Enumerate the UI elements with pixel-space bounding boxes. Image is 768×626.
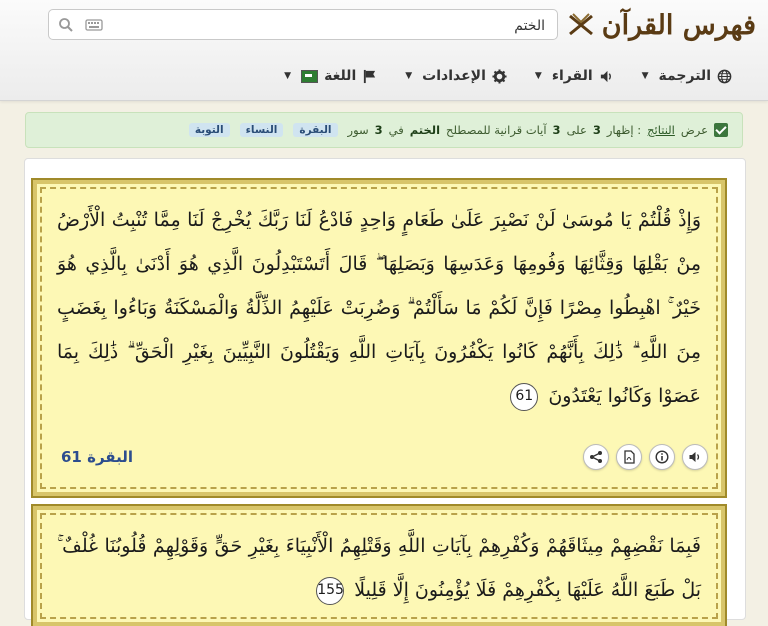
check-icon[interactable] — [714, 123, 728, 137]
sura-badge[interactable]: النساء — [239, 123, 284, 137]
pdf-button[interactable] — [616, 444, 642, 470]
nav-readers[interactable]: القراء ▼ — [535, 68, 614, 84]
info-button[interactable] — [649, 444, 675, 470]
nav-settings-label: الإعدادات — [422, 68, 486, 84]
logo-icon — [568, 13, 593, 36]
brand[interactable]: فهرس القرآن — [568, 6, 756, 44]
search-input[interactable] — [123, 10, 547, 41]
results-shown: 3 — [592, 123, 601, 137]
nav-readers-label: القراء — [551, 68, 593, 84]
chevron-down-icon: ▼ — [284, 71, 292, 81]
chevron-down-icon: ▼ — [641, 71, 649, 81]
results-prefix: عرض — [680, 123, 708, 137]
keyboard-icon[interactable] — [85, 18, 103, 32]
results-text: آيات قرانية للمصطلح — [446, 123, 547, 137]
nav-settings[interactable]: الإعدادات ▼ — [405, 68, 507, 84]
flag-icon — [364, 69, 376, 83]
verse-card: فَبِمَا نَقْضِهِمْ مِيثَاقَهُمْ وَكُفْرِ… — [31, 504, 727, 626]
info-icon — [655, 450, 669, 464]
audio-icon — [689, 452, 700, 462]
share-icon — [590, 451, 602, 463]
nav-language[interactable]: اللغة ▼ — [284, 68, 377, 84]
sura-badge[interactable]: البقرة — [293, 123, 338, 137]
nav-language-label: اللغة — [324, 68, 357, 84]
nav-translation-label: الترجمة — [658, 68, 711, 84]
verse-text: وَإِذْ قُلْتُمْ يَا مُوسَىٰ لَنْ نَصْبِر… — [57, 198, 701, 418]
results-suras-count: 3 — [374, 123, 383, 137]
main-nav: الترجمة ▼ القراء ▼ الإعدادات ▼ اللغة ▼ — [284, 66, 732, 86]
results-term: الختم — [409, 123, 441, 137]
globe-icon — [717, 69, 732, 83]
results-text: سور — [347, 123, 369, 137]
speaker-icon — [600, 70, 611, 82]
ayah-number: 155 — [316, 577, 345, 605]
results-text: : إظهار — [606, 123, 642, 137]
brand-title: فهرس القرآن — [601, 9, 756, 41]
nav-translation[interactable]: الترجمة ▼ — [642, 68, 732, 84]
header: فهرس القرآن الترجمة ▼ — [0, 0, 768, 101]
pdf-icon — [624, 450, 635, 464]
verse-body: فَبِمَا نَقْضِهِمْ مِيثَاقَهُمْ وَكُفْرِ… — [57, 535, 701, 601]
verse-card: وَإِذْ قُلْتُمْ يَا مُوسَىٰ لَنْ نَصْبِر… — [31, 178, 727, 498]
sura-badge[interactable]: التوبة — [188, 123, 230, 137]
verse-body: وَإِذْ قُلْتُمْ يَا مُوسَىٰ لَنْ نَصْبِر… — [57, 209, 701, 407]
results-text: في — [388, 123, 404, 137]
results-total: 3 — [552, 123, 561, 137]
verse-actions — [583, 444, 708, 470]
chevron-down-icon: ▼ — [405, 71, 413, 81]
language-flag-icon — [301, 69, 319, 83]
share-button[interactable] — [583, 444, 609, 470]
search-box — [48, 9, 558, 41]
gear-icon — [492, 68, 507, 84]
results-summary: عرض النتائج : إظهار 3 على 3 آيات قرانية … — [25, 112, 743, 148]
verse-text: فَبِمَا نَقْضِهِمْ مِيثَاقَهُمْ وَكُفْرِ… — [57, 524, 701, 612]
chevron-down-icon: ▼ — [534, 71, 542, 81]
ayah-number: 61 — [510, 383, 539, 411]
results-link[interactable]: النتائج — [647, 123, 675, 137]
sura-reference[interactable]: البقرة 61 — [61, 448, 133, 466]
results-text: على — [566, 123, 587, 137]
audio-button[interactable] — [682, 444, 708, 470]
search-icon[interactable] — [58, 17, 74, 33]
